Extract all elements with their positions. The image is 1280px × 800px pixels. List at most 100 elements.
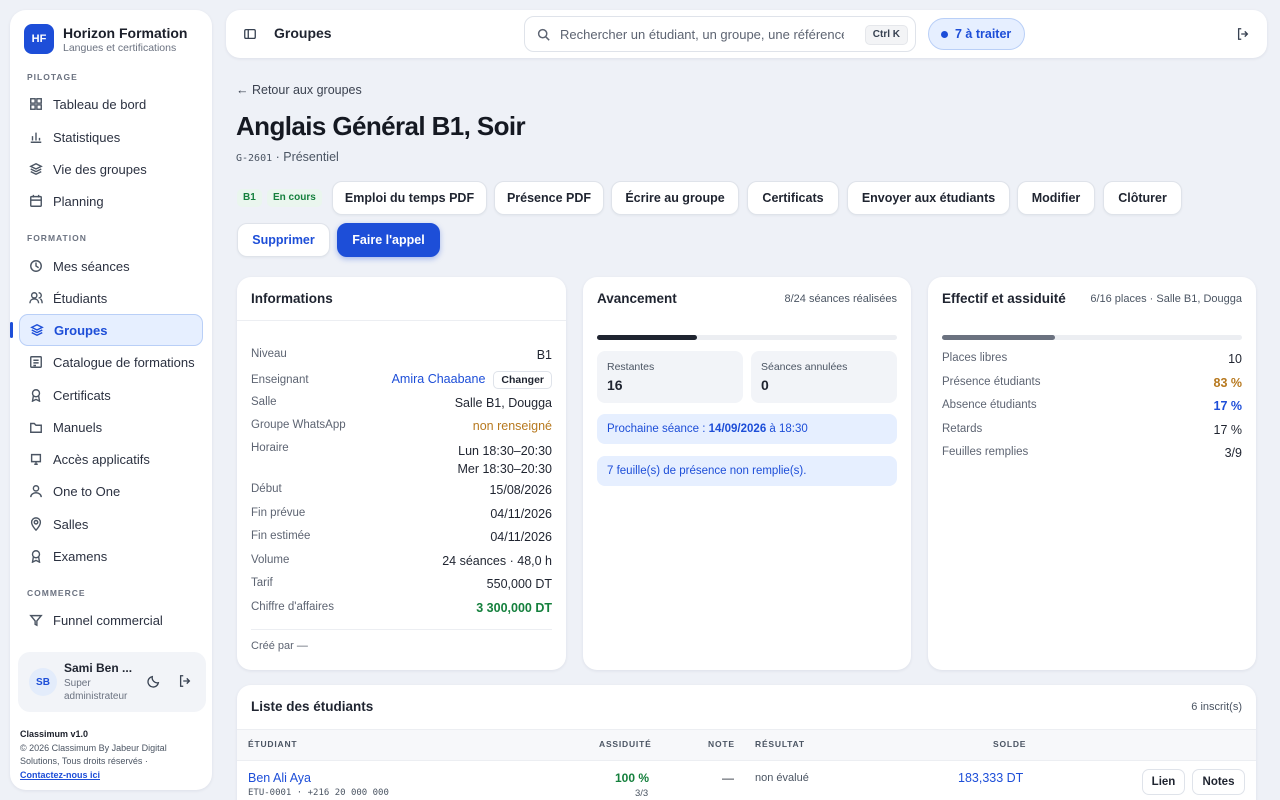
back-link[interactable]: ← Retour aux groupes bbox=[236, 83, 362, 97]
sidebar-item-group-life[interactable]: Vie des groupes bbox=[19, 154, 203, 184]
todo-label: 7 à traiter bbox=[955, 27, 1012, 41]
column-header-result[interactable]: RÉSULTAT bbox=[755, 739, 805, 749]
sidebar-item-groups[interactable]: Groupes bbox=[10, 314, 203, 346]
sidebar-item-label: Étudiants bbox=[53, 290, 108, 306]
sidebar-item-label: Groupes bbox=[54, 322, 108, 338]
card-title: Liste des étudiants bbox=[251, 699, 374, 714]
sidebar-item-certificates[interactable]: Certificats bbox=[19, 380, 203, 410]
attendance-value: 10 bbox=[1228, 352, 1242, 366]
user-icon bbox=[30, 485, 42, 498]
status-badge: En cours bbox=[267, 189, 322, 207]
user-card: SB Sami Ben ... Super administrateur bbox=[18, 652, 206, 712]
student-name-link[interactable]: Ben Ali Aya bbox=[248, 771, 311, 785]
student-attendance: 100 % bbox=[615, 771, 650, 785]
todo-button[interactable]: 7 à traiter bbox=[928, 18, 1025, 50]
sidebar-item-label: Mes séances bbox=[53, 258, 130, 274]
info-row-estimated-end: Fin estimée 04/11/2026 bbox=[251, 530, 552, 544]
sidebar-item-rooms[interactable]: Salles bbox=[19, 509, 203, 539]
divider bbox=[237, 320, 566, 321]
schedule-line: Mer 18:30–20:30 bbox=[457, 462, 552, 476]
moon-icon[interactable] bbox=[147, 674, 161, 688]
sidebar-item-catalog[interactable]: Catalogue de formations bbox=[19, 347, 203, 377]
info-value: 04/11/2026 bbox=[490, 530, 552, 544]
stat-value: 0 bbox=[761, 377, 769, 393]
sidebar-item-planning[interactable]: Planning bbox=[19, 186, 203, 216]
calendar-icon bbox=[30, 194, 42, 207]
info-value: Salle B1, Dougga bbox=[454, 396, 552, 410]
users-icon bbox=[29, 292, 43, 304]
group-mode: · Présentiel bbox=[272, 150, 339, 164]
teacher-link[interactable]: Amira Chaabane bbox=[392, 372, 486, 386]
sidebar-item-label: Salles bbox=[53, 516, 89, 532]
search-input[interactable]: Rechercher un étudiant, un groupe, une r… bbox=[524, 16, 916, 52]
group-reference: G-2601 bbox=[236, 153, 273, 164]
info-label: Tarif bbox=[251, 577, 273, 589]
divider bbox=[251, 629, 552, 630]
sidebar-item-sessions[interactable]: Mes séances bbox=[19, 251, 203, 281]
search-shortcut: Ctrl K bbox=[864, 25, 908, 45]
group-code: G-2601 · Présentiel bbox=[236, 150, 339, 164]
sidebar-item-dashboard[interactable]: Tableau de bord bbox=[19, 89, 203, 119]
sidebar-item-one-to-one[interactable]: One to One bbox=[19, 476, 203, 506]
write-group-button[interactable]: Écrire au groupe bbox=[611, 181, 739, 215]
sidebar-item-app-access[interactable]: Accès applicatifs bbox=[19, 444, 203, 474]
avatar[interactable]: SB bbox=[29, 668, 57, 696]
info-value: 550,000 DT bbox=[486, 577, 552, 591]
table-header bbox=[237, 730, 1256, 760]
attendance-pdf-button[interactable]: Présence PDF bbox=[494, 181, 604, 215]
column-header-attendance[interactable]: ASSIDUITÉ bbox=[599, 739, 652, 749]
take-attendance-button[interactable]: Faire l'appel bbox=[337, 223, 440, 257]
sessions-summary: 8/24 séances réalisées bbox=[784, 293, 897, 305]
column-header-balance[interactable]: SOLDE bbox=[993, 739, 1026, 749]
next-session-label: Prochaine séance : bbox=[607, 423, 709, 435]
brand-name: Horizon Formation bbox=[63, 24, 188, 41]
student-balance[interactable]: 183,333 DT bbox=[958, 771, 1023, 785]
student-link-button[interactable]: Lien bbox=[1142, 769, 1185, 795]
contact-link[interactable]: Contactez-nous ici bbox=[20, 770, 100, 780]
student-result: non évalué bbox=[755, 772, 809, 784]
created-by: Créé par — bbox=[251, 640, 308, 652]
logout-icon[interactable] bbox=[1236, 27, 1250, 41]
info-row-planned-end: Fin prévue 04/11/2026 bbox=[251, 507, 552, 521]
progress-card: Avancement 8/24 séances réalisées Restan… bbox=[583, 277, 911, 670]
divider bbox=[237, 760, 1256, 761]
brand-logo: HF bbox=[24, 24, 54, 54]
sidebar-item-manuals[interactable]: Manuels bbox=[19, 412, 203, 442]
column-header-student[interactable]: ÉTUDIANT bbox=[248, 739, 297, 749]
sidebar-item-label: Funnel commercial bbox=[53, 612, 163, 628]
info-value: non renseigné bbox=[472, 419, 552, 433]
section-title-commerce: COMMERCE bbox=[27, 588, 86, 598]
info-card: Informations Niveau B1 Enseignant Amira Ch… bbox=[237, 277, 566, 670]
search-icon bbox=[537, 28, 550, 41]
sidebar-item-label: Manuels bbox=[53, 419, 103, 435]
sidebar-item-label: Tableau de bord bbox=[53, 96, 147, 112]
logout-icon[interactable] bbox=[178, 674, 192, 688]
next-session-note: Prochaine séance : 14/09/2026 à 18:30 bbox=[597, 414, 897, 444]
sidebar-item-students[interactable]: Étudiants bbox=[19, 283, 203, 313]
info-value: B1 bbox=[536, 348, 552, 362]
change-teacher-button[interactable]: Changer bbox=[493, 371, 552, 389]
sidebar-footer: Classimum v1.0 © 2026 Classimum By Jabeu… bbox=[20, 728, 204, 782]
capacity-summary: 6/16 places · Salle B1, Dougga bbox=[1090, 293, 1242, 305]
book-icon bbox=[30, 356, 42, 368]
brand[interactable]: HF Horizon Formation Langues et certific… bbox=[24, 24, 187, 54]
sidebar-item-exams[interactable]: Examens bbox=[19, 541, 203, 571]
column-header-note[interactable]: NOTE bbox=[708, 739, 735, 749]
certificates-button[interactable]: Certificats bbox=[747, 181, 839, 215]
info-label: Niveau bbox=[251, 348, 287, 360]
sidebar-item-statistics[interactable]: Statistiques bbox=[19, 122, 203, 152]
sidebar-item-funnel[interactable]: Funnel commercial bbox=[19, 605, 203, 635]
sidebar-toggle-icon[interactable] bbox=[243, 27, 257, 41]
delete-button[interactable]: Supprimer bbox=[237, 223, 330, 257]
folder-icon bbox=[30, 422, 42, 433]
send-students-button[interactable]: Envoyer aux étudiants bbox=[847, 181, 1010, 215]
timetable-pdf-button[interactable]: Emploi du temps PDF bbox=[332, 181, 487, 215]
edit-button[interactable]: Modifier bbox=[1017, 181, 1095, 215]
pending-sheets-note[interactable]: 7 feuille(s) de présence non remplie(s). bbox=[597, 456, 897, 486]
student-notes-button[interactable]: Notes bbox=[1192, 769, 1245, 795]
attendance-label: Places libres bbox=[942, 352, 1008, 364]
close-group-button[interactable]: Clôturer bbox=[1103, 181, 1182, 215]
stat-label: Restantes bbox=[607, 361, 655, 373]
attendance-label: Absence étudiants bbox=[942, 399, 1037, 411]
student-attendance-count: 3/3 bbox=[635, 788, 649, 799]
